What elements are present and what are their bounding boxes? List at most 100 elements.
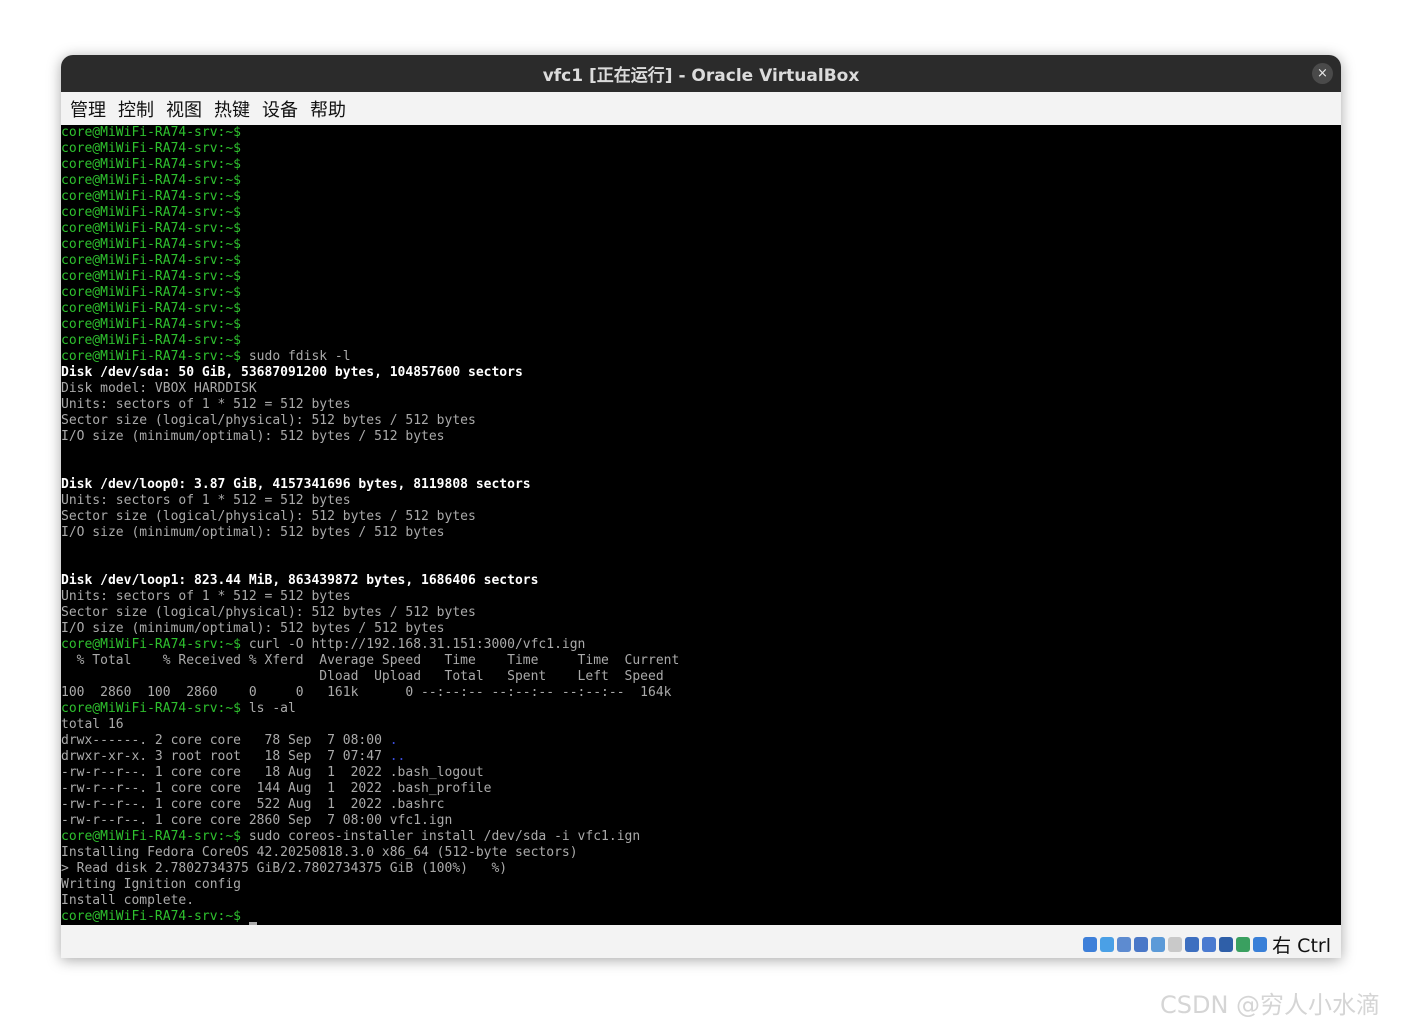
terminal-line: drwxr-xr-x. 3 root root 18 Sep 7 07:47 .… xyxy=(61,749,405,765)
terminal-line: Units: sectors of 1 * 512 = 512 bytes xyxy=(61,493,351,509)
terminal-line: Install complete. xyxy=(61,893,194,909)
terminal-line: Dload Upload Total Spent Left Speed xyxy=(61,669,664,685)
terminal-line: core@MiWiFi-RA74-srv:~$ sudo fdisk -l xyxy=(61,349,351,365)
terminal-line: core@MiWiFi-RA74-srv:~$ xyxy=(61,205,241,221)
window-title: vfc1 [正在运行] - Oracle VirtualBox xyxy=(542,66,860,86)
terminal-line: -rw-r--r--. 1 core core 144 Aug 1 2022 .… xyxy=(61,781,491,797)
terminal-line: core@MiWiFi-RA74-srv:~$ sudo coreos-inst… xyxy=(61,829,640,845)
terminal-line: > Read disk 2.7802734375 GiB/2.780273437… xyxy=(61,861,507,877)
display-icon[interactable] xyxy=(1185,937,1200,952)
menu-view[interactable]: 视图 xyxy=(166,96,202,122)
terminal-line: Sector size (logical/physical): 512 byte… xyxy=(61,413,476,429)
guest-additions-icon[interactable] xyxy=(1236,937,1251,952)
terminal-line: Disk model: VBOX HARDDISK xyxy=(61,381,257,397)
menu-manage[interactable]: 管理 xyxy=(70,96,106,122)
terminal-line: core@MiWiFi-RA74-srv:~$ xyxy=(61,125,241,141)
terminal-output: Units: sectors of 1 * 512 = 512 bytes xyxy=(61,493,351,508)
vm-screen-terminal[interactable]: core@MiWiFi-RA74-srv:~$ core@MiWiFi-RA74-… xyxy=(61,125,1341,925)
terminal-line: Sector size (logical/physical): 512 byte… xyxy=(61,509,476,525)
status-icons: 右 Ctrl xyxy=(1083,931,1331,958)
network-icon[interactable] xyxy=(1134,937,1149,952)
ls-entry-info: drwx------. 2 core core 78 Sep 7 08:00 xyxy=(61,733,390,748)
menu-control[interactable]: 控制 xyxy=(118,96,154,122)
terminal-prompt: core@MiWiFi-RA74-srv:~$ xyxy=(61,301,242,316)
terminal-output: Sector size (logical/physical): 512 byte… xyxy=(61,605,476,620)
menu-help[interactable]: 帮助 xyxy=(310,96,346,122)
terminal-output: -rw-r--r--. 1 core core 522 Aug 1 2022 .… xyxy=(61,797,445,812)
terminal-line: % Total % Received % Xferd Average Speed… xyxy=(61,653,680,669)
terminal-command: sudo coreos-installer install /dev/sda -… xyxy=(241,829,641,844)
terminal-line: Disk /dev/loop0: 3.87 GiB, 4157341696 by… xyxy=(61,477,531,493)
menu-bar: 管理 控制 视图 热键 设备 帮助 xyxy=(61,92,1341,125)
terminal-prompt: core@MiWiFi-RA74-srv:~$ xyxy=(61,253,242,268)
title-bar[interactable]: vfc1 [正在运行] - Oracle VirtualBox × xyxy=(61,55,1341,92)
terminal-prompt: core@MiWiFi-RA74-srv:~$ xyxy=(61,189,242,204)
cpu-icon[interactable] xyxy=(1219,937,1234,952)
terminal-line: -rw-r--r--. 1 core core 18 Aug 1 2022 .b… xyxy=(61,765,484,781)
recording-icon[interactable] xyxy=(1202,937,1217,952)
terminal-line: core@MiWiFi-RA74-srv:~$ xyxy=(61,301,241,317)
terminal-line: I/O size (minimum/optimal): 512 bytes / … xyxy=(61,621,445,637)
terminal-line: core@MiWiFi-RA74-srv:~$ xyxy=(61,317,241,333)
terminal-output: Installing Fedora CoreOS 42.20250818.3.0… xyxy=(61,845,578,860)
terminal-output: Dload Upload Total Spent Left Speed xyxy=(61,669,664,684)
terminal-line: core@MiWiFi-RA74-srv:~$ xyxy=(61,333,241,349)
optical-drive-icon[interactable] xyxy=(1100,937,1115,952)
ls-directory-name: . xyxy=(389,733,398,748)
terminal-output: Disk /dev/loop0: 3.87 GiB, 4157341696 by… xyxy=(61,477,531,492)
terminal-output: -rw-r--r--. 1 core core 144 Aug 1 2022 .… xyxy=(61,781,492,796)
terminal-output: I/O size (minimum/optimal): 512 bytes / … xyxy=(61,525,445,540)
terminal-output: Disk model: VBOX HARDDISK xyxy=(61,381,257,396)
terminal-output: total 16 xyxy=(61,717,124,732)
terminal-prompt: core@MiWiFi-RA74-srv:~$ xyxy=(61,221,242,236)
terminal-prompt: core@MiWiFi-RA74-srv:~$ xyxy=(61,317,242,332)
menu-hotkeys[interactable]: 热键 xyxy=(214,96,250,122)
terminal-output: Disk /dev/loop1: 823.44 MiB, 863439872 b… xyxy=(61,573,539,588)
terminal-output: I/O size (minimum/optimal): 512 bytes / … xyxy=(61,429,445,444)
terminal-output: Disk /dev/sda: 50 GiB, 53687091200 bytes… xyxy=(61,365,523,380)
terminal-prompt: core@MiWiFi-RA74-srv:~$ xyxy=(61,285,242,300)
ls-directory-name: .. xyxy=(389,749,406,764)
terminal-output: Writing Ignition config xyxy=(61,877,242,892)
menu-devices[interactable]: 设备 xyxy=(262,96,298,122)
terminal-line: I/O size (minimum/optimal): 512 bytes / … xyxy=(61,429,445,445)
terminal-line: core@MiWiFi-RA74-srv:~$ xyxy=(61,909,257,925)
terminal-line: Units: sectors of 1 * 512 = 512 bytes xyxy=(61,397,351,413)
terminal-output: -rw-r--r--. 1 core core 2860 Sep 7 08:00… xyxy=(61,813,453,828)
terminal-prompt: core@MiWiFi-RA74-srv:~$ xyxy=(61,333,242,348)
terminal-line: Installing Fedora CoreOS 42.20250818.3.0… xyxy=(61,845,578,861)
status-bar: 右 Ctrl xyxy=(61,925,1341,958)
terminal-output: Sector size (logical/physical): 512 byte… xyxy=(61,509,476,524)
terminal-prompt: core@MiWiFi-RA74-srv:~$ xyxy=(61,125,242,140)
terminal-line: core@MiWiFi-RA74-srv:~$ xyxy=(61,173,241,189)
watermark: CSDN @穷人小水滴 xyxy=(1160,991,1381,1019)
ls-entry-info: drwxr-xr-x. 3 root root 18 Sep 7 07:47 xyxy=(61,749,390,764)
terminal-prompt: core@MiWiFi-RA74-srv:~$ xyxy=(61,205,242,220)
terminal-prompt: core@MiWiFi-RA74-srv:~$ xyxy=(61,909,242,924)
hard-disk-icon[interactable] xyxy=(1083,937,1098,952)
keyboard-capture-icon[interactable] xyxy=(1253,937,1268,952)
shared-folders-icon[interactable] xyxy=(1168,937,1183,952)
terminal-line: drwx------. 2 core core 78 Sep 7 08:00 . xyxy=(61,733,398,749)
terminal-command: curl -O http://192.168.31.151:3000/vfc1.… xyxy=(241,637,586,652)
terminal-line: core@MiWiFi-RA74-srv:~$ curl -O http://1… xyxy=(61,637,585,653)
terminal-output: 100 2860 100 2860 0 0 161k 0 --:--:-- --… xyxy=(61,685,672,700)
terminal-prompt: core@MiWiFi-RA74-srv:~$ xyxy=(61,237,242,252)
terminal-line: core@MiWiFi-RA74-srv:~$ xyxy=(61,285,241,301)
terminal-command: ls -al xyxy=(241,701,296,716)
usb-icon[interactable] xyxy=(1151,937,1166,952)
terminal-line: Disk /dev/loop1: 823.44 MiB, 863439872 b… xyxy=(61,573,538,589)
terminal-output: Units: sectors of 1 * 512 = 512 bytes xyxy=(61,589,351,604)
terminal-prompt: core@MiWiFi-RA74-srv:~$ xyxy=(61,173,242,188)
terminal-line: core@MiWiFi-RA74-srv:~$ xyxy=(61,237,241,253)
terminal-line: Units: sectors of 1 * 512 = 512 bytes xyxy=(61,589,351,605)
terminal-line: -rw-r--r--. 1 core core 2860 Sep 7 08:00… xyxy=(61,813,452,829)
terminal-prompt: core@MiWiFi-RA74-srv:~$ xyxy=(61,637,242,652)
terminal-output: > Read disk 2.7802734375 GiB/2.780273437… xyxy=(61,861,508,876)
terminal-prompt: core@MiWiFi-RA74-srv:~$ xyxy=(61,141,242,156)
terminal-line: Sector size (logical/physical): 512 byte… xyxy=(61,605,476,621)
host-key-label[interactable]: 右 Ctrl xyxy=(1272,931,1331,958)
close-button[interactable]: × xyxy=(1312,63,1333,84)
terminal-line: total 16 xyxy=(61,717,124,733)
audio-icon[interactable] xyxy=(1117,937,1132,952)
